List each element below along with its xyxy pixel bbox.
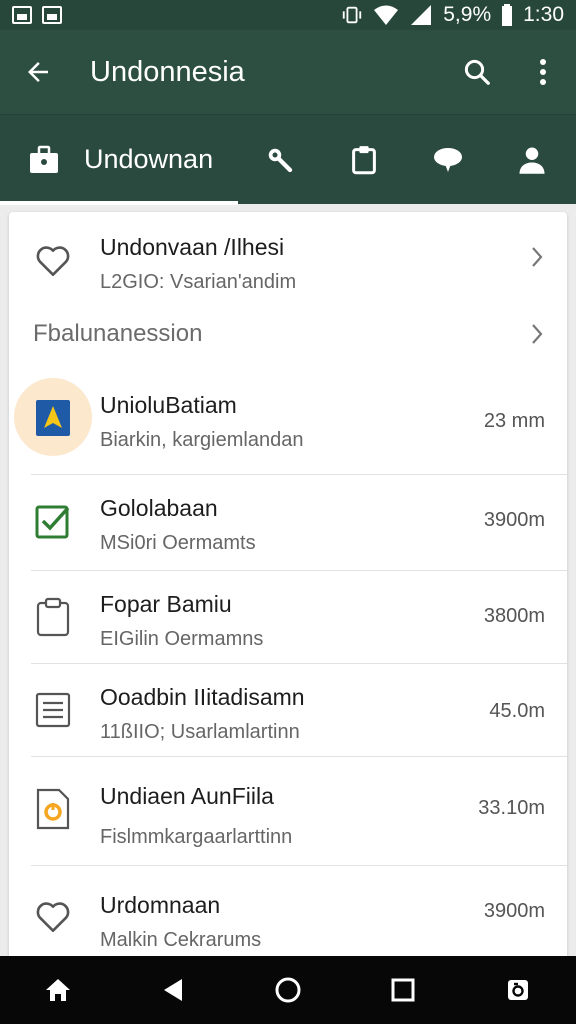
- list-item[interactable]: Undiaen AunFiila Fislmmkargaarlarttinn 3…: [9, 757, 567, 865]
- list-item-title: UnioluBatiam: [100, 392, 237, 418]
- file-orange-icon: [33, 788, 73, 830]
- tab-undownan[interactable]: Undownan: [0, 115, 238, 205]
- section-header-label: Fbalunanession: [33, 320, 203, 347]
- list-item-subtitle: MSi0ri Oermamts: [100, 532, 256, 554]
- back-arrow-icon: [28, 62, 48, 82]
- chevron-right-icon: [525, 319, 549, 349]
- battery-icon: [502, 4, 513, 26]
- list-card: Undonvaan /Ilhesi L2GIO: Vsarian'andim F…: [9, 212, 567, 972]
- search-button[interactable]: [444, 30, 510, 114]
- nav-back-button[interactable]: [143, 960, 203, 1020]
- list-item-meta: 23 mm: [483, 410, 545, 432]
- screenshot-icon: [508, 980, 529, 1000]
- clipboard-outline-icon: [33, 597, 73, 637]
- list-item[interactable]: Ooadbin IIitadisamn 11ßIIO; Usarlamlarti…: [9, 664, 567, 756]
- app-bar: Undonnesia: [0, 30, 576, 114]
- wifi-icon: [374, 5, 399, 25]
- nav-recents-button[interactable]: [373, 960, 433, 1020]
- battery-percent: 5,9%: [443, 3, 492, 26]
- list-item-subtitle: Fislmmkargaarlarttinn: [100, 826, 293, 848]
- search-icon: [464, 59, 490, 85]
- tab-tools[interactable]: [238, 115, 322, 205]
- nav-screenshot-button[interactable]: [488, 960, 548, 1020]
- list-item-subtitle: Biarkin, kargiemlandan: [100, 429, 304, 451]
- list-item-title: Urdomnaan: [100, 892, 221, 918]
- notification-icon: [12, 6, 32, 24]
- home-icon: [45, 979, 70, 1001]
- list-item-subtitle: Malkin Cekrarums: [100, 929, 262, 951]
- chevron-right-icon: [525, 242, 549, 272]
- tab-label: Undownan: [84, 144, 214, 174]
- list-item-meta: 3900m: [483, 900, 545, 922]
- tab-strip: Undownan: [0, 114, 576, 205]
- more-options-button[interactable]: [510, 30, 576, 114]
- image-notification-icon: [42, 6, 62, 24]
- list-item-meta: 33.10m: [478, 797, 545, 819]
- briefcase-icon: [30, 145, 58, 173]
- heart-outline-icon: [33, 240, 73, 280]
- list-item-subtitle: 11ßIIO; Usarlamlartinn: [100, 721, 300, 743]
- tab-profile[interactable]: [490, 115, 574, 205]
- notes-icon: [33, 690, 73, 730]
- list-item-title: Undonvaan /Ilhesi: [100, 234, 285, 260]
- back-triangle-icon: [163, 979, 182, 1001]
- wrench-icon: [268, 148, 293, 172]
- list-item[interactable]: Fopar Bamiu EIGilin Oermamns 3800m: [9, 571, 567, 663]
- list-item-title: Undiaen AunFiila: [100, 783, 274, 809]
- nav-home-button[interactable]: [28, 960, 88, 1020]
- more-vert-icon: [540, 59, 546, 85]
- list-item-meta: 45.0m: [489, 700, 545, 722]
- tab-clipboard[interactable]: [322, 115, 406, 205]
- document-arrow-icon: [33, 398, 73, 438]
- list-item-title: Fopar Bamiu: [100, 591, 232, 617]
- back-button[interactable]: [0, 30, 76, 114]
- checkbox-icon: [33, 501, 73, 541]
- nav-home-circle-button[interactable]: [258, 960, 318, 1020]
- list-item-subtitle: L2GIO: Vsarian'andim: [100, 271, 297, 293]
- section-header[interactable]: Fbalunanession: [9, 304, 567, 364]
- vibrate-icon: [343, 6, 362, 24]
- system-nav-bar: [0, 956, 576, 1024]
- list-item-meta: 3900m: [483, 509, 545, 531]
- person-icon: [519, 147, 545, 174]
- list-item-title: Gololabaan: [100, 495, 218, 521]
- page-title: Undonnesia: [90, 55, 245, 88]
- list-item[interactable]: UnioluBatiam Biarkin, kargiemlandan 23 m…: [9, 372, 567, 474]
- list-item-title: Ooadbin IIitadisamn: [100, 684, 305, 710]
- list-item-meta: 3800m: [483, 605, 545, 627]
- status-bar: 5,9% 1:30: [0, 0, 576, 30]
- list-item-subtitle: EIGilin Oermamns: [100, 628, 264, 650]
- recents-square-icon: [391, 978, 415, 1002]
- list-item-top[interactable]: Undonvaan /Ilhesi L2GIO: Vsarian'andim: [9, 212, 567, 308]
- chat-bubble-icon: [434, 147, 462, 172]
- list-item[interactable]: Gololabaan MSi0ri Oermamts 3900m: [9, 475, 567, 571]
- clipboard-icon: [352, 145, 376, 174]
- tab-chat[interactable]: [406, 115, 490, 205]
- heart-outline-icon: [33, 896, 73, 936]
- clock: 1:30: [523, 3, 564, 26]
- home-circle-icon: [275, 977, 301, 1003]
- signal-icon: [411, 5, 432, 25]
